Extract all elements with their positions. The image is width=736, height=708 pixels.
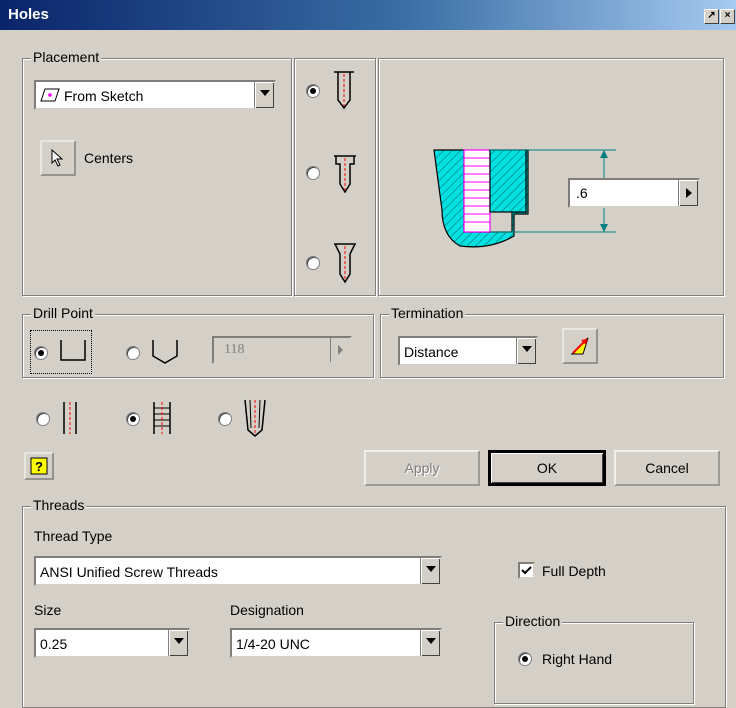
tapped-hole-radio[interactable] — [126, 412, 140, 426]
apply-button[interactable]: Apply — [364, 450, 480, 486]
chevron-down-icon[interactable] — [420, 558, 440, 584]
help-button[interactable]: ? — [24, 452, 54, 480]
drill-point-legend: Drill Point — [31, 305, 95, 321]
depth-value: .6 — [576, 185, 588, 201]
full-depth-checkbox[interactable] — [518, 562, 535, 579]
simple-hole-radio[interactable] — [36, 412, 50, 426]
flat-point-radio[interactable] — [34, 346, 48, 360]
counterbore-icon — [334, 155, 356, 194]
cancel-button[interactable]: Cancel — [614, 450, 720, 486]
termination-legend: Termination — [389, 305, 466, 321]
direction-legend: Direction — [503, 613, 563, 629]
centers-label: Centers — [84, 150, 134, 166]
checkmark-icon — [521, 566, 532, 575]
chevron-right-icon — [686, 188, 692, 198]
window-title: Holes — [8, 6, 49, 23]
pin-icon[interactable]: ↗ — [704, 9, 719, 24]
tapped-hole-icon — [153, 402, 171, 434]
ok-button[interactable]: OK — [488, 450, 606, 486]
taper-tapped-radio[interactable] — [218, 412, 232, 426]
thread-type-label: Thread Type — [34, 528, 113, 544]
counterbore-radio[interactable] — [306, 166, 320, 180]
chevron-down-icon[interactable] — [168, 630, 188, 656]
chevron-down-icon[interactable] — [420, 630, 440, 656]
designation-value: 1/4-20 UNC — [236, 636, 310, 652]
threads-legend: Threads — [31, 497, 87, 513]
help-icon: ? — [30, 457, 48, 475]
termination-value: Distance — [404, 344, 459, 360]
angle-point-radio[interactable] — [126, 346, 140, 360]
cursor-icon — [51, 149, 64, 167]
drilled-hole-icon — [334, 71, 354, 110]
termination-dropdown[interactable]: Distance — [398, 336, 538, 366]
depth-arrow-button[interactable] — [678, 180, 698, 206]
angle-point-icon — [152, 340, 178, 364]
size-value: 0.25 — [40, 636, 68, 652]
countersink-radio[interactable] — [306, 256, 320, 270]
flip-direction-button[interactable] — [562, 328, 598, 364]
thread-type-value: ANSI Unified Screw Threads — [40, 564, 218, 580]
full-depth-label: Full Depth — [542, 563, 606, 579]
designation-label: Designation — [230, 602, 304, 618]
size-label: Size — [34, 602, 62, 618]
close-icon[interactable]: × — [720, 9, 735, 24]
placement-value: From Sketch — [64, 88, 144, 104]
drilled-radio[interactable] — [306, 84, 320, 98]
chevron-down-icon[interactable] — [516, 338, 536, 364]
depth-input[interactable]: .6 — [568, 178, 700, 208]
svg-text:?: ? — [35, 459, 43, 474]
chevron-down-icon[interactable] — [254, 82, 274, 108]
drill-angle-arrow — [330, 338, 350, 362]
drill-angle-input: 118 — [212, 336, 352, 364]
sketch-icon — [40, 88, 60, 102]
flat-point-icon — [60, 340, 86, 361]
title-bar: Holes ↗ × — [0, 0, 736, 30]
centers-button[interactable] — [40, 140, 76, 176]
countersink-icon — [334, 243, 356, 284]
taper-tapped-icon — [244, 399, 266, 437]
flip-direction-icon — [570, 337, 589, 355]
right-hand-label: Right Hand — [542, 651, 613, 667]
drill-angle-value: 118 — [224, 342, 245, 357]
designation-dropdown[interactable]: 1/4-20 UNC — [230, 628, 442, 658]
placement-dropdown[interactable]: From Sketch — [34, 80, 276, 110]
placement-legend: Placement — [31, 49, 102, 65]
size-dropdown[interactable]: 0.25 — [34, 628, 190, 658]
simple-hole-icon — [63, 402, 77, 434]
thread-type-dropdown[interactable]: ANSI Unified Screw Threads — [34, 556, 442, 586]
right-hand-radio[interactable] — [518, 652, 532, 666]
chevron-right-icon — [338, 345, 343, 355]
